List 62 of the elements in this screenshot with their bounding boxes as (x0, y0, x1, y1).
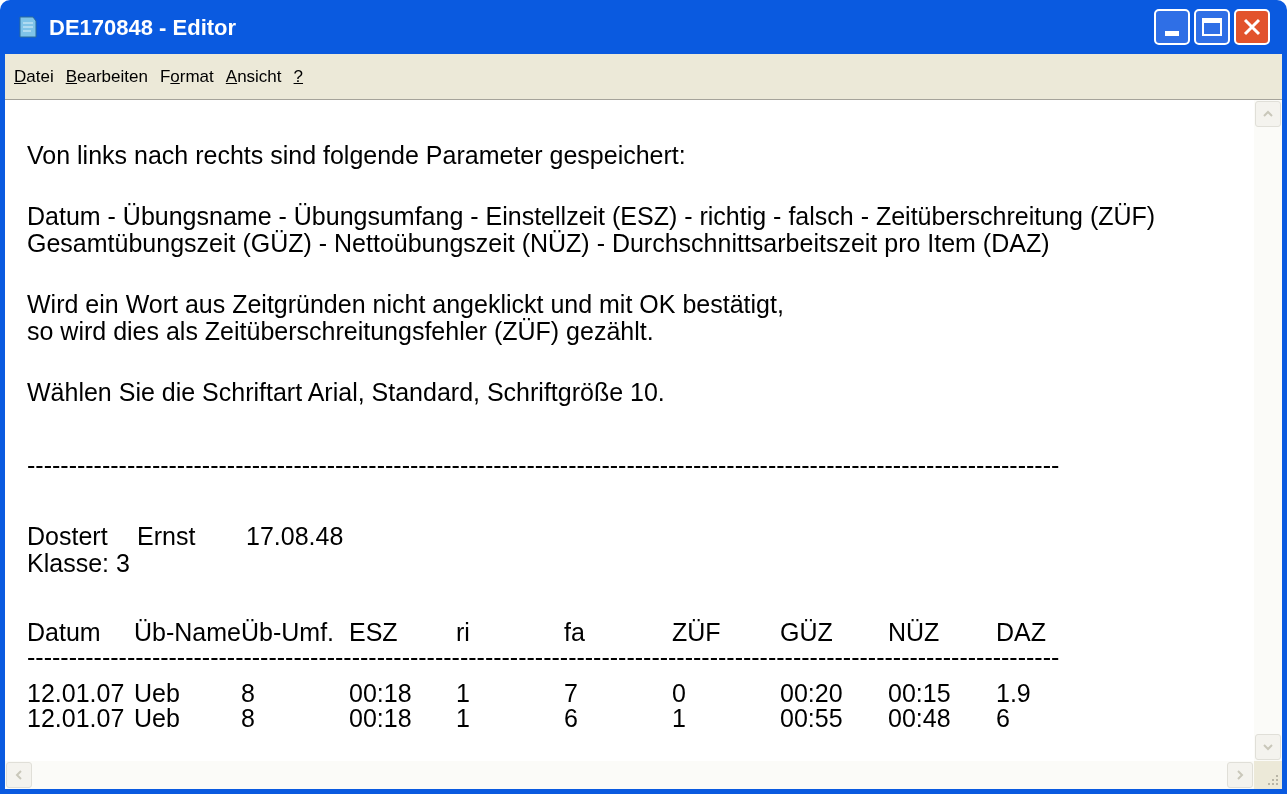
maximize-button[interactable] (1194, 9, 1230, 45)
table-cell: 1 (456, 681, 470, 706)
column-header: DAZ (996, 619, 1046, 646)
menu-item[interactable]: Bearbeiten (59, 68, 154, 85)
minimize-button[interactable] (1154, 9, 1190, 45)
menu-item[interactable]: Ansicht (219, 68, 288, 85)
horizontal-scrollbar[interactable] (5, 761, 1254, 789)
column-header: Üb-Name (134, 619, 241, 646)
table-cell: 00:18 (349, 706, 412, 731)
text-line: Ernst (137, 523, 197, 550)
table-cell: 6 (564, 706, 578, 731)
menu-item[interactable]: Format (153, 68, 220, 85)
table-cell: 00:18 (349, 681, 412, 706)
table-cell: 12.01.07 (27, 681, 125, 706)
scroll-left-button[interactable] (6, 762, 32, 788)
menu-item[interactable]: Datei (8, 68, 60, 85)
column-header: ZÜF (672, 619, 721, 646)
table-cell: 1.9 (996, 681, 1031, 706)
column-header: fa (564, 619, 585, 646)
resize-grip-icon[interactable] (1254, 761, 1282, 789)
table-cell: 00:55 (780, 706, 843, 731)
text-line: Wählen Sie die Schriftart Arial, Standard, Schriftgröße 10. (27, 379, 665, 406)
text-line: Wird ein Wort aus Zeitgründen nicht angeklickt und mit OK bestätigt, (27, 291, 784, 318)
table-cell: 00:48 (888, 706, 951, 731)
text-line: so wird dies als Zeitüberschreitungsfehler (ZÜF) gezählt. (27, 318, 654, 345)
column-header: GÜZ (780, 619, 833, 646)
column-header: NÜZ (888, 619, 940, 646)
table-cell: 7 (564, 681, 578, 706)
close-button[interactable] (1234, 9, 1270, 45)
table-cell: Ueb (134, 681, 180, 706)
close-icon (1243, 18, 1261, 36)
column-header: Datum (27, 619, 101, 646)
table-cell: Ueb (134, 706, 180, 731)
maximize-icon (1202, 18, 1222, 36)
vertical-scrollbar[interactable] (1254, 100, 1282, 761)
column-header: Üb-Umf. (241, 619, 335, 646)
text-line: Datum - Übungsname - Übungsumfang - Einstellzeit (ESZ) - richtig - falsch - Zeitüberschreitung (ZÜF) (27, 203, 1156, 230)
table-cell: 1 (456, 706, 470, 731)
text-line: Gesamtübungszeit (GÜZ) - Nettoübungszeit (NÜZ) - Durchschnittsarbeitszeit pro Item (DAZ) (27, 230, 1050, 257)
window-title: DE170848 - Editor (49, 13, 237, 42)
table-cell: 00:15 (888, 681, 951, 706)
menu-item[interactable]: ? (287, 68, 310, 85)
table-cell: 8 (241, 706, 255, 731)
text-line: Dostert (27, 523, 109, 550)
table-cell: 00:20 (780, 681, 843, 706)
scroll-up-button[interactable] (1255, 101, 1281, 127)
table-cell: 1 (672, 706, 686, 731)
text-line: Von links nach rechts sind folgende Parameter gespeichert: (27, 142, 686, 169)
table-cell: 8 (241, 681, 255, 706)
text-line: Klasse: 3 (27, 550, 130, 577)
text-line: 17.08.48 (246, 523, 344, 550)
table-cell: 12.01.07 (27, 706, 125, 731)
table-cell: 6 (996, 706, 1010, 731)
text-line: ---------------------------------------------------------------------------------------------------------------------------- (27, 452, 1060, 479)
minimize-icon (1165, 31, 1179, 36)
notepad-icon (17, 15, 39, 39)
scroll-down-button[interactable] (1255, 734, 1281, 760)
column-header: ESZ (349, 619, 398, 646)
table-cell: 0 (672, 681, 686, 706)
column-header: ri (456, 619, 470, 646)
text-line: ---------------------------------------------------------------------------------------------------------------------------- (27, 644, 1060, 671)
scroll-right-button[interactable] (1227, 762, 1253, 788)
